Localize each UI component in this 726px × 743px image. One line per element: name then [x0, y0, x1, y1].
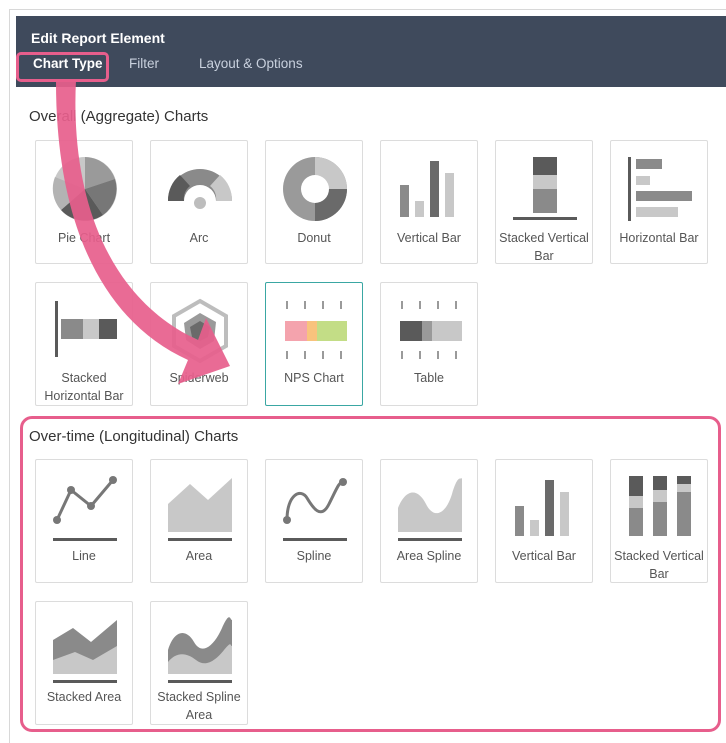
chart-tile-spline[interactable]: Spline	[265, 459, 363, 583]
chart-tile-vertical-bar[interactable]: Vertical Bar	[380, 140, 478, 264]
stacked-horizontal-bar-chart-icon	[55, 301, 117, 357]
chart-tile-label: Table	[414, 371, 444, 385]
pie-chart-icon	[52, 157, 117, 221]
chart-tile-stacked-area[interactable]: Stacked Area	[35, 601, 133, 725]
chart-tile-label: NPS Chart	[284, 371, 344, 385]
spiderweb-chart-icon	[172, 298, 228, 364]
chart-tile-area-spline[interactable]: Area Spline	[380, 459, 478, 583]
horizontal-bar-chart-icon	[628, 157, 692, 221]
chart-tile-label: Pie Chart	[57, 231, 111, 245]
arc-chart-icon	[167, 169, 233, 209]
chart-tile-label: Line	[72, 549, 96, 563]
chart-tile-stacked-vertical-bar[interactable]: Stacked Vertical Bar	[495, 140, 593, 264]
spline-chart-icon	[283, 478, 347, 541]
chart-tile-label: Stacked Vertical Bar	[614, 549, 704, 581]
chart-tile-label: Donut	[297, 231, 331, 245]
line-chart-icon	[53, 476, 117, 541]
chart-tile-label: Stacked Vertical Bar	[499, 231, 589, 263]
chart-tile-label: Spline	[296, 549, 332, 563]
chart-tile-table[interactable]: Table	[380, 282, 478, 406]
tab-highlight-annotation	[16, 52, 109, 82]
tab-layout-options[interactable]: Layout & Options	[199, 56, 303, 71]
stacked-vertical-bar-chart-icon	[629, 476, 691, 536]
vertical-bar-chart-icon	[400, 161, 454, 217]
tab-filter[interactable]: Filter	[129, 56, 159, 71]
chart-tile-pie[interactable]: Pie Chart	[35, 140, 133, 264]
overtime-section-title: Over-time (Longitudinal) Charts	[29, 428, 239, 445]
chart-tile-spiderweb[interactable]: Spiderweb	[150, 282, 248, 406]
chart-tile-label: Vertical Bar	[397, 231, 461, 245]
chart-tile-line[interactable]: Line	[35, 459, 133, 583]
chart-tile-nps[interactable]: NPS Chart	[265, 282, 363, 406]
stacked-vertical-bar-chart-icon	[513, 157, 577, 220]
chart-tile-area[interactable]: Area	[150, 459, 248, 583]
chart-tile-label: Stacked Area	[46, 690, 122, 704]
chart-tile-label: Arc	[189, 231, 209, 245]
chart-tile-label: Area Spline	[396, 549, 462, 563]
chart-tile-label: Horizontal Bar	[619, 231, 699, 245]
overall-section-title: Overall (Aggregate) Charts	[29, 108, 209, 125]
chart-tile-stacked-vertical-bar-overtime[interactable]: Stacked Vertical Bar	[610, 459, 708, 583]
chart-tile-donut[interactable]: Donut	[265, 140, 363, 264]
chart-tile-horizontal-bar[interactable]: Horizontal Bar	[610, 140, 708, 264]
area-chart-icon	[168, 478, 232, 541]
chart-tile-label: Stacked Horizontal Bar	[44, 371, 124, 403]
stacked-spline-area-chart-icon	[168, 617, 232, 683]
area-spline-chart-icon	[398, 478, 462, 541]
chart-tile-vertical-bar-overtime[interactable]: Vertical Bar	[495, 459, 593, 583]
dialog-title: Edit Report Element	[31, 30, 165, 46]
chart-tile-label: Vertical Bar	[512, 549, 576, 563]
donut-chart-icon	[283, 157, 347, 221]
chart-tile-stacked-horizontal-bar[interactable]: Stacked Horizontal Bar	[35, 282, 133, 406]
table-chart-icon	[400, 301, 462, 359]
nps-chart-icon	[285, 301, 347, 359]
chart-tile-label: Stacked Spline Area	[157, 690, 241, 722]
chart-tile-arc[interactable]: Arc	[150, 140, 248, 264]
chart-tile-stacked-spline-area[interactable]: Stacked Spline Area	[150, 601, 248, 725]
chart-tile-label: Spiderweb	[169, 371, 229, 385]
stacked-area-chart-icon	[53, 620, 117, 683]
vertical-bar-chart-icon	[515, 480, 569, 536]
chart-tile-label: Area	[185, 549, 213, 563]
dialog-header: Edit Report Element Chart Type Filter La…	[16, 16, 726, 87]
